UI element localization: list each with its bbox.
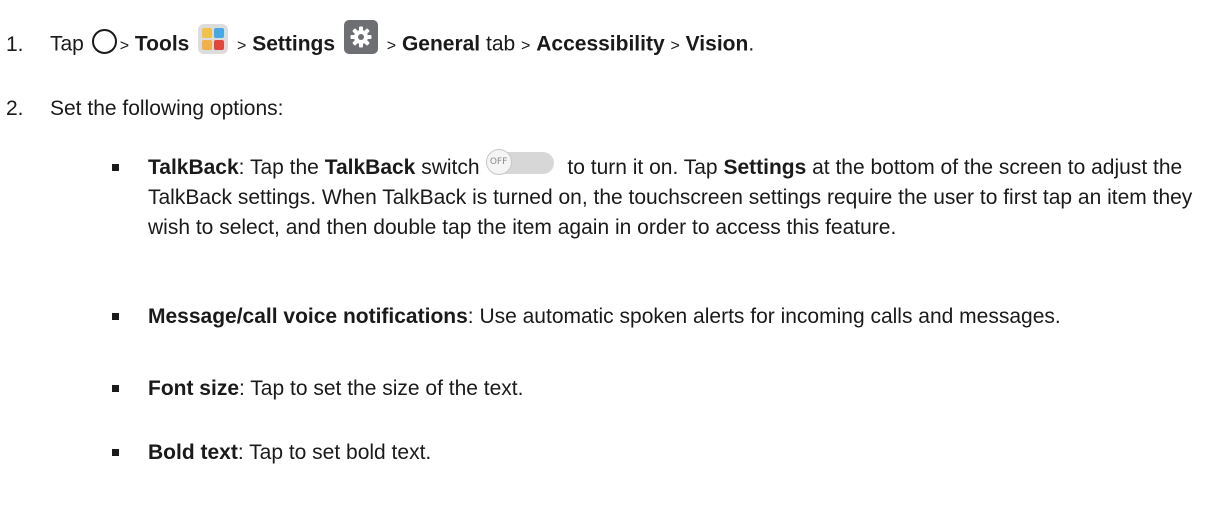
- square-bullet: [112, 449, 119, 456]
- list-item-text: TalkBack: Tap the TalkBack switch OFF to …: [148, 149, 1198, 243]
- home-circle-icon: [91, 28, 117, 54]
- option-title: Bold text: [148, 441, 238, 464]
- period: .: [748, 32, 755, 56]
- separator: >: [386, 37, 397, 55]
- option-title: Font size: [148, 377, 240, 400]
- settings-label: Settings: [252, 32, 336, 56]
- separator: >: [237, 37, 247, 55]
- list-item-text: Bold text: Tap to set bold text.: [148, 441, 432, 464]
- vision-label: Vision: [685, 32, 749, 56]
- step-number: 2.: [6, 97, 24, 120]
- step-text-tap: Tap: [50, 32, 84, 56]
- list-item-text: Message/call voice notifications: Use au…: [148, 305, 1061, 328]
- tools-folder-icon: [198, 24, 229, 54]
- option-title: Message/call voice notifications: [148, 305, 468, 328]
- step-number: 1.: [6, 32, 24, 56]
- step-text: Set the following options:: [50, 97, 284, 120]
- settings-gear-icon: [343, 20, 378, 54]
- square-bullet: [112, 313, 119, 320]
- separator: >: [119, 37, 130, 55]
- separator: >: [521, 37, 531, 55]
- square-bullet: [112, 164, 119, 171]
- square-bullet: [112, 385, 119, 392]
- list-item-text: Font size: Tap to set the size of the te…: [148, 377, 524, 400]
- tab-word: tab: [486, 32, 516, 56]
- toggle-off-label: OFF: [485, 149, 512, 176]
- step-2: 2. Set the following options:: [6, 96, 283, 122]
- accessibility-label: Accessibility: [536, 32, 665, 56]
- step-1: 1. Tap > Tools > Settings > General tab >…: [6, 20, 755, 62]
- tools-label: Tools: [134, 32, 190, 56]
- general-label: General: [401, 32, 481, 56]
- talkback-toggle-off-icon: OFF: [485, 149, 556, 176]
- separator: >: [670, 37, 680, 55]
- option-title: TalkBack: [148, 156, 239, 179]
